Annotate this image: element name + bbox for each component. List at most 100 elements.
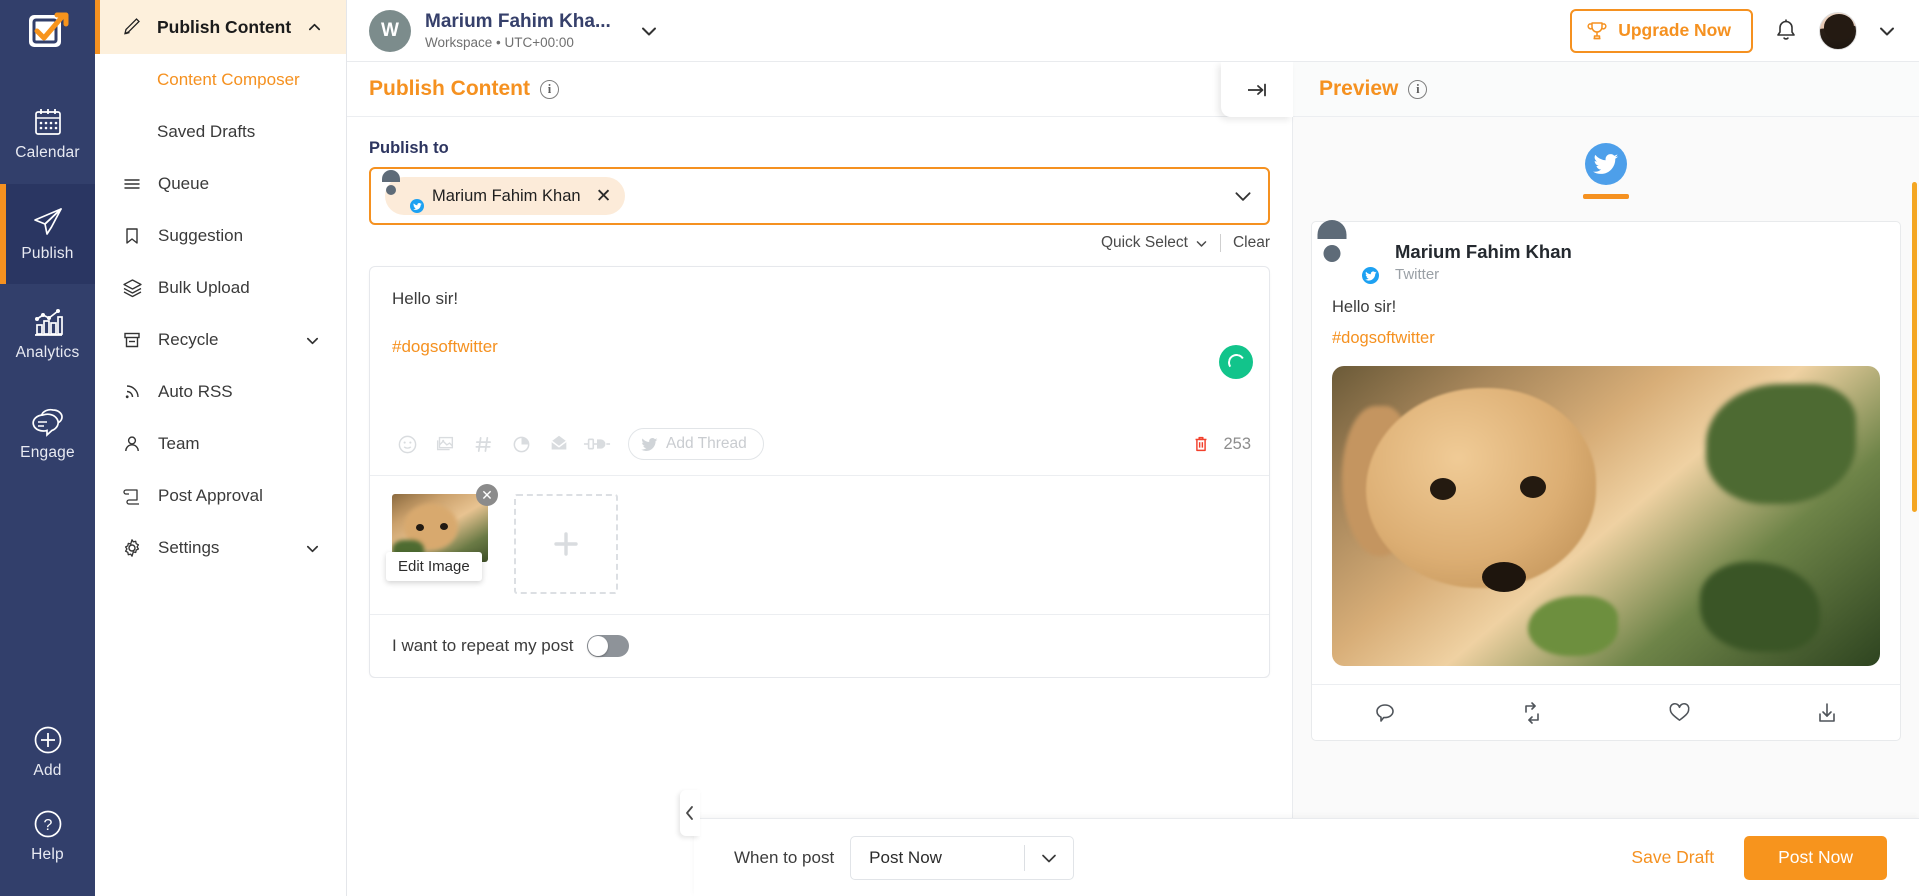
tweet-hashtag: #dogsoftwitter: [1332, 329, 1435, 347]
publish-to-label: Publish to: [369, 139, 449, 157]
sidebar-label-settings: Settings: [158, 538, 220, 557]
editor-card: Hello sir! #dogsoftwitter Add Thread 253…: [369, 266, 1270, 678]
add-thread-button[interactable]: Add Thread: [628, 428, 764, 460]
info-icon[interactable]: i: [540, 79, 559, 99]
top-bar-actions: Upgrade Now: [1570, 8, 1897, 53]
remove-account-close-icon[interactable]: ✕: [596, 187, 612, 206]
sidebar-item-saved-drafts[interactable]: Saved Drafts: [95, 106, 346, 158]
calendar-icon: [34, 109, 61, 135]
image-icon[interactable]: [426, 427, 464, 461]
clear-button[interactable]: Clear: [1233, 234, 1270, 252]
rail-item-help[interactable]: ? Help: [0, 794, 95, 878]
preview-network-tab-twitter[interactable]: [1301, 143, 1911, 199]
sidebar-item-queue[interactable]: Queue: [95, 158, 346, 210]
editor-hashtag: #dogsoftwitter: [392, 337, 498, 356]
avatar: [1332, 238, 1381, 286]
primary-sidebar: Calendar Publish Analytics Engage Add ? …: [0, 0, 95, 896]
secondary-sidebar: Publish Content Content Composer Saved D…: [95, 0, 347, 896]
rail-item-add[interactable]: Add: [0, 710, 95, 794]
plus-icon: [554, 532, 578, 556]
rail-item-publish[interactable]: Publish: [0, 184, 95, 284]
bookmark-icon: [121, 225, 143, 247]
app-logo[interactable]: [0, 0, 95, 62]
sidebar-item-post-approval[interactable]: Post Approval: [95, 470, 346, 522]
rail-label-calendar: Calendar: [15, 144, 80, 161]
when-to-post-select[interactable]: Post Now: [850, 835, 1075, 880]
post-text-editor[interactable]: Hello sir! #dogsoftwitter: [370, 267, 1269, 417]
rail-item-calendar[interactable]: Calendar: [0, 84, 95, 184]
add-attachment-button[interactable]: [514, 494, 618, 594]
when-to-post-value: Post Now: [869, 847, 942, 867]
envelope-icon[interactable]: [540, 427, 578, 461]
sidebar-label-team: Team: [158, 434, 200, 453]
sidebar-item-auto-rss[interactable]: Auto RSS: [95, 366, 346, 418]
sidebar-label-queue: Queue: [158, 174, 210, 193]
workspace-info[interactable]: Marium Fahim Kha... Workspace • UTC+00:0…: [425, 11, 611, 50]
like-icon[interactable]: [1667, 700, 1692, 725]
share-icon[interactable]: [1815, 701, 1839, 725]
rail-item-engage[interactable]: Engage: [0, 384, 95, 484]
sidebar-label-recycle: Recycle: [158, 330, 219, 349]
preview-scrollbar[interactable]: [1912, 182, 1917, 512]
collapse-composer-button[interactable]: [1221, 62, 1293, 117]
twitter-icon: [1585, 143, 1627, 185]
tweet-actions: [1312, 684, 1900, 740]
archive-icon: [121, 329, 143, 351]
sidebar-item-settings[interactable]: Settings: [95, 522, 346, 574]
add-thread-label: Add Thread: [666, 435, 747, 452]
publish-to-chevron-down-icon[interactable]: [1232, 185, 1254, 207]
workspace-avatar: W: [369, 9, 411, 52]
sidebar-label-auto-rss: Auto RSS: [158, 382, 233, 401]
svg-text:?: ?: [43, 817, 52, 834]
rail-item-analytics[interactable]: Analytics: [0, 284, 95, 384]
publish-to-select[interactable]: Marium Fahim Khan ✕: [369, 167, 1270, 225]
remove-attachment-close-icon[interactable]: ✕: [476, 484, 498, 506]
chevron-up-icon[interactable]: [305, 16, 323, 38]
notifications-bell-icon[interactable]: [1773, 18, 1799, 44]
sidebar-label-saved-drafts: Saved Drafts: [157, 122, 256, 141]
sidebar-item-suggestion[interactable]: Suggestion: [95, 210, 346, 262]
trophy-icon: [1586, 20, 1608, 42]
workspace-chevron-down-icon[interactable]: [639, 21, 659, 41]
edit-image-button[interactable]: Edit Image: [386, 552, 482, 581]
chevron-down-icon[interactable]: [305, 333, 320, 348]
sidebar-label-post-approval: Post Approval: [158, 486, 263, 505]
user-avatar[interactable]: [1819, 11, 1857, 50]
chevron-down-icon: [1025, 848, 1073, 868]
poll-icon[interactable]: [502, 427, 540, 461]
account-avatar: [391, 181, 424, 213]
preview-panel-header: Preview i: [1293, 62, 1919, 117]
post-now-button[interactable]: Post Now: [1744, 835, 1887, 880]
page-title: Publish Content: [369, 77, 530, 100]
upgrade-now-label: Upgrade Now: [1618, 20, 1731, 40]
save-draft-button[interactable]: Save Draft: [1631, 847, 1714, 868]
reply-icon[interactable]: [1373, 701, 1397, 725]
collapse-sidebar-button[interactable]: [680, 790, 700, 836]
sidebar-item-content-composer[interactable]: Content Composer: [95, 54, 346, 106]
quick-select-dropdown[interactable]: Quick Select: [1101, 234, 1208, 252]
sidebar-item-bulk-upload[interactable]: Bulk Upload: [95, 262, 346, 314]
sidebar-item-team[interactable]: Team: [95, 418, 346, 470]
tweet-image: [1332, 366, 1880, 666]
delete-post-icon[interactable]: [1191, 434, 1211, 454]
top-bar: W Marium Fahim Kha... Workspace • UTC+00…: [347, 0, 1919, 62]
subnav-header-publish-content[interactable]: Publish Content: [95, 0, 346, 54]
rss-icon: [121, 381, 143, 403]
hashtag-icon[interactable]: [464, 427, 502, 461]
user-icon: [121, 433, 143, 455]
rail-label-engage: Engage: [20, 444, 75, 461]
sidebar-item-recycle[interactable]: Recycle: [95, 314, 346, 366]
chat-bubbles-icon: [31, 408, 63, 437]
upgrade-now-button[interactable]: Upgrade Now: [1570, 8, 1753, 53]
info-icon[interactable]: i: [1408, 79, 1428, 99]
plug-icon[interactable]: [578, 427, 616, 461]
divider: [1219, 234, 1221, 252]
repeat-post-toggle[interactable]: [587, 635, 630, 657]
user-menu-chevron-down-icon[interactable]: [1877, 21, 1897, 41]
retweet-icon[interactable]: [1520, 701, 1544, 725]
layers-icon: [121, 277, 143, 299]
active-tab-indicator: [1583, 194, 1629, 199]
emoji-icon[interactable]: [388, 427, 426, 461]
chevron-down-icon[interactable]: [305, 541, 320, 556]
tweet-author: Marium Fahim Khan Twitter: [1395, 241, 1572, 283]
